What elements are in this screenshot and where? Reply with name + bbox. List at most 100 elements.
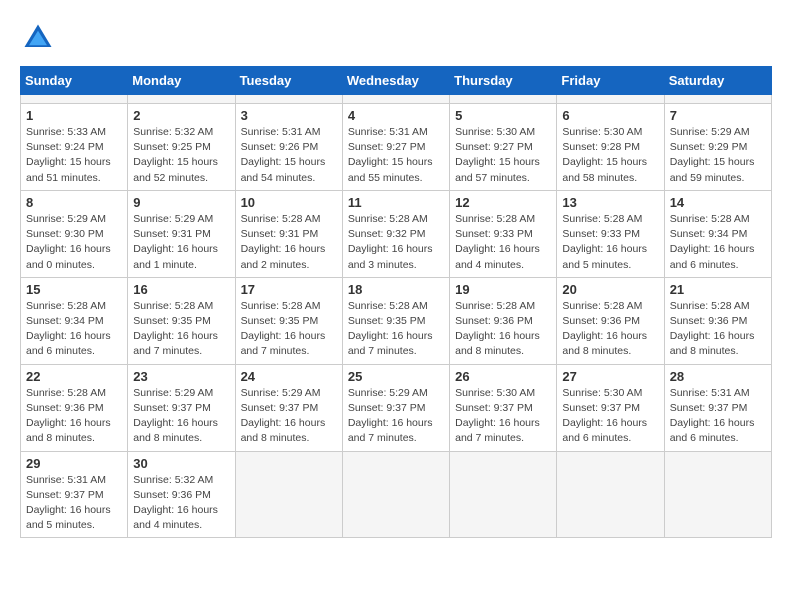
- day-number: 8: [26, 195, 122, 210]
- day-of-week-header: Monday: [128, 67, 235, 95]
- day-info: Sunrise: 5:28 AMSunset: 9:31 PMDaylight:…: [241, 212, 337, 273]
- day-number: 7: [670, 108, 766, 123]
- calendar-header-row: SundayMondayTuesdayWednesdayThursdayFrid…: [21, 67, 772, 95]
- day-number: 1: [26, 108, 122, 123]
- day-info: Sunrise: 5:30 AMSunset: 9:28 PMDaylight:…: [562, 125, 658, 186]
- calendar-cell: [235, 95, 342, 104]
- calendar-cell: 24 Sunrise: 5:29 AMSunset: 9:37 PMDayligh…: [235, 364, 342, 451]
- calendar-cell: 11 Sunrise: 5:28 AMSunset: 9:32 PMDayligh…: [342, 190, 449, 277]
- day-number: 13: [562, 195, 658, 210]
- calendar-cell: [557, 95, 664, 104]
- calendar-cell: 18 Sunrise: 5:28 AMSunset: 9:35 PMDayligh…: [342, 277, 449, 364]
- day-number: 24: [241, 369, 337, 384]
- day-of-week-header: Thursday: [450, 67, 557, 95]
- day-info: Sunrise: 5:30 AMSunset: 9:27 PMDaylight:…: [455, 125, 551, 186]
- day-number: 23: [133, 369, 229, 384]
- calendar-cell: 30Sunrise: 5:32 AMSunset: 9:36 PMDayligh…: [128, 451, 235, 538]
- day-info: Sunrise: 5:31 AMSunset: 9:37 PMDaylight:…: [670, 386, 766, 447]
- calendar-cell: 27 Sunrise: 5:30 AMSunset: 9:37 PMDayligh…: [557, 364, 664, 451]
- day-of-week-header: Tuesday: [235, 67, 342, 95]
- day-number: 2: [133, 108, 229, 123]
- calendar-cell: [342, 95, 449, 104]
- day-number: 17: [241, 282, 337, 297]
- day-info: Sunrise: 5:30 AMSunset: 9:37 PMDaylight:…: [562, 386, 658, 447]
- calendar-cell: 3 Sunrise: 5:31 AMSunset: 9:26 PMDaylight…: [235, 104, 342, 191]
- day-number: 14: [670, 195, 766, 210]
- calendar-week-row: 15Sunrise: 5:28 AMSunset: 9:34 PMDayligh…: [21, 277, 772, 364]
- day-info: Sunrise: 5:31 AMSunset: 9:27 PMDaylight:…: [348, 125, 444, 186]
- calendar-week-row: [21, 95, 772, 104]
- calendar-week-row: 22Sunrise: 5:28 AMSunset: 9:36 PMDayligh…: [21, 364, 772, 451]
- calendar-cell: 9 Sunrise: 5:29 AMSunset: 9:31 PMDaylight…: [128, 190, 235, 277]
- day-number: 21: [670, 282, 766, 297]
- day-of-week-header: Wednesday: [342, 67, 449, 95]
- day-info: Sunrise: 5:29 AMSunset: 9:30 PMDaylight:…: [26, 212, 122, 273]
- day-info: Sunrise: 5:29 AMSunset: 9:29 PMDaylight:…: [670, 125, 766, 186]
- calendar-cell: 26Sunrise: 5:30 AMSunset: 9:37 PMDayligh…: [450, 364, 557, 451]
- day-info: Sunrise: 5:32 AMSunset: 9:25 PMDaylight:…: [133, 125, 229, 186]
- day-info: Sunrise: 5:28 AMSunset: 9:33 PMDaylight:…: [455, 212, 551, 273]
- day-number: 30: [133, 456, 229, 471]
- day-info: Sunrise: 5:28 AMSunset: 9:36 PMDaylight:…: [670, 299, 766, 360]
- day-info: Sunrise: 5:28 AMSunset: 9:36 PMDaylight:…: [455, 299, 551, 360]
- calendar-cell: 13 Sunrise: 5:28 AMSunset: 9:33 PMDayligh…: [557, 190, 664, 277]
- calendar-cell: 5 Sunrise: 5:30 AMSunset: 9:27 PMDaylight…: [450, 104, 557, 191]
- day-info: Sunrise: 5:28 AMSunset: 9:35 PMDaylight:…: [241, 299, 337, 360]
- calendar-cell: 10 Sunrise: 5:28 AMSunset: 9:31 PMDayligh…: [235, 190, 342, 277]
- day-number: 3: [241, 108, 337, 123]
- calendar-week-row: 29Sunrise: 5:31 AMSunset: 9:37 PMDayligh…: [21, 451, 772, 538]
- day-number: 27: [562, 369, 658, 384]
- day-number: 19: [455, 282, 551, 297]
- day-info: Sunrise: 5:29 AMSunset: 9:31 PMDaylight:…: [133, 212, 229, 273]
- day-of-week-header: Friday: [557, 67, 664, 95]
- day-info: Sunrise: 5:31 AMSunset: 9:26 PMDaylight:…: [241, 125, 337, 186]
- day-info: Sunrise: 5:29 AMSunset: 9:37 PMDaylight:…: [241, 386, 337, 447]
- day-number: 12: [455, 195, 551, 210]
- calendar-cell: [235, 451, 342, 538]
- day-number: 5: [455, 108, 551, 123]
- day-info: Sunrise: 5:29 AMSunset: 9:37 PMDaylight:…: [133, 386, 229, 447]
- calendar-cell: [664, 451, 771, 538]
- calendar-cell: 14 Sunrise: 5:28 AMSunset: 9:34 PMDayligh…: [664, 190, 771, 277]
- calendar-cell: 20Sunrise: 5:28 AMSunset: 9:36 PMDayligh…: [557, 277, 664, 364]
- day-number: 22: [26, 369, 122, 384]
- logo-icon: [20, 20, 56, 56]
- calendar-cell: 16Sunrise: 5:28 AMSunset: 9:35 PMDayligh…: [128, 277, 235, 364]
- day-info: Sunrise: 5:28 AMSunset: 9:34 PMDaylight:…: [26, 299, 122, 360]
- day-info: Sunrise: 5:28 AMSunset: 9:35 PMDaylight:…: [348, 299, 444, 360]
- calendar-cell: [450, 95, 557, 104]
- day-number: 6: [562, 108, 658, 123]
- day-number: 28: [670, 369, 766, 384]
- calendar-cell: 25Sunrise: 5:29 AMSunset: 9:37 PMDayligh…: [342, 364, 449, 451]
- calendar-cell: 4 Sunrise: 5:31 AMSunset: 9:27 PMDaylight…: [342, 104, 449, 191]
- calendar-cell: 21 Sunrise: 5:28 AMSunset: 9:36 PMDayligh…: [664, 277, 771, 364]
- calendar-cell: 8 Sunrise: 5:29 AMSunset: 9:30 PMDaylight…: [21, 190, 128, 277]
- day-info: Sunrise: 5:28 AMSunset: 9:35 PMDaylight:…: [133, 299, 229, 360]
- calendar-table: SundayMondayTuesdayWednesdayThursdayFrid…: [20, 66, 772, 538]
- day-of-week-header: Saturday: [664, 67, 771, 95]
- calendar-cell: [664, 95, 771, 104]
- day-number: 9: [133, 195, 229, 210]
- day-info: Sunrise: 5:29 AMSunset: 9:37 PMDaylight:…: [348, 386, 444, 447]
- day-info: Sunrise: 5:28 AMSunset: 9:36 PMDaylight:…: [562, 299, 658, 360]
- day-info: Sunrise: 5:28 AMSunset: 9:33 PMDaylight:…: [562, 212, 658, 273]
- calendar-cell: [128, 95, 235, 104]
- calendar-cell: 19 Sunrise: 5:28 AMSunset: 9:36 PMDayligh…: [450, 277, 557, 364]
- day-number: 18: [348, 282, 444, 297]
- calendar-cell: 22Sunrise: 5:28 AMSunset: 9:36 PMDayligh…: [21, 364, 128, 451]
- day-info: Sunrise: 5:28 AMSunset: 9:34 PMDaylight:…: [670, 212, 766, 273]
- calendar-cell: 17 Sunrise: 5:28 AMSunset: 9:35 PMDayligh…: [235, 277, 342, 364]
- day-number: 29: [26, 456, 122, 471]
- page-header: [20, 20, 772, 56]
- calendar-cell: 12 Sunrise: 5:28 AMSunset: 9:33 PMDayligh…: [450, 190, 557, 277]
- day-info: Sunrise: 5:28 AMSunset: 9:32 PMDaylight:…: [348, 212, 444, 273]
- calendar-cell: 15Sunrise: 5:28 AMSunset: 9:34 PMDayligh…: [21, 277, 128, 364]
- calendar-cell: 7 Sunrise: 5:29 AMSunset: 9:29 PMDaylight…: [664, 104, 771, 191]
- calendar-cell: [557, 451, 664, 538]
- day-number: 4: [348, 108, 444, 123]
- calendar-cell: 28 Sunrise: 5:31 AMSunset: 9:37 PMDayligh…: [664, 364, 771, 451]
- calendar-cell: [342, 451, 449, 538]
- day-number: 10: [241, 195, 337, 210]
- calendar-cell: 29Sunrise: 5:31 AMSunset: 9:37 PMDayligh…: [21, 451, 128, 538]
- day-number: 11: [348, 195, 444, 210]
